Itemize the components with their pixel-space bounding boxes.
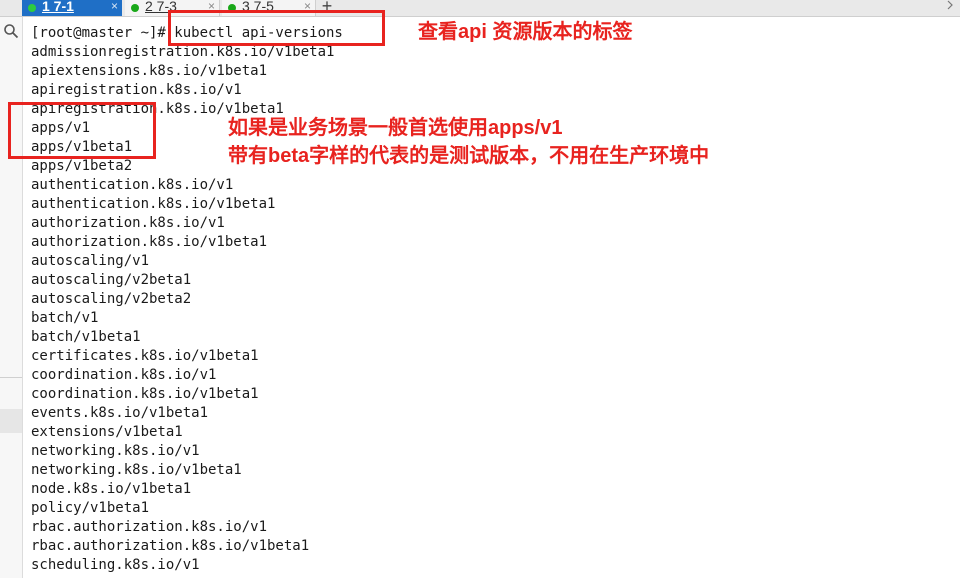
output-line: networking.k8s.io/v1beta1	[31, 462, 242, 478]
annotation-note-3: 带有beta字样的代表的是测试版本，不用在生产环境中	[228, 145, 710, 167]
output-line: node.k8s.io/v1beta1	[31, 481, 192, 497]
status-dot-icon	[131, 4, 139, 12]
tab-1[interactable]: 1 7-1 ×	[22, 0, 122, 16]
chevron-right-icon-svg	[947, 0, 953, 10]
output-line: apiextensions.k8s.io/v1beta1	[31, 63, 268, 79]
gutter-divider	[0, 377, 22, 378]
tab-label: 1 7-1	[42, 0, 74, 14]
output-line: rbac.authorization.k8s.io/v1	[31, 519, 268, 535]
output-line: policy/v1beta1	[31, 500, 150, 516]
output-line: rbac.authorization.k8s.io/v1beta1	[31, 538, 310, 554]
output-line: batch/v1beta1	[31, 329, 141, 345]
annotation-note-2: 如果是业务场景一般首选使用apps/v1	[228, 117, 563, 139]
search-icon[interactable]	[3, 23, 19, 39]
output-line: events.k8s.io/v1beta1	[31, 405, 209, 421]
output-line: authentication.k8s.io/v1	[31, 177, 234, 193]
output-line: coordination.k8s.io/v1	[31, 367, 217, 383]
output-line: extensions/v1beta1	[31, 424, 183, 440]
output-line: authorization.k8s.io/v1	[31, 215, 225, 231]
terminal-output[interactable]: [root@master ~]# kubectl api-versions ad…	[31, 24, 951, 575]
output-line: authorization.k8s.io/v1beta1	[31, 234, 268, 250]
close-icon[interactable]: ×	[111, 0, 118, 12]
output-line: autoscaling/v1	[31, 253, 150, 269]
output-line: coordination.k8s.io/v1beta1	[31, 386, 259, 402]
output-line: authentication.k8s.io/v1beta1	[31, 196, 276, 212]
output-line: apiregistration.k8s.io/v1	[31, 82, 242, 98]
output-line: scheduling.k8s.io/v1	[31, 557, 200, 573]
output-line: autoscaling/v2beta2	[31, 291, 192, 307]
terminal-window: 1 7-1 × 2 7-3 × 3 7-5 × + [root@master ~…	[0, 0, 960, 578]
gutter-scroll-thumb[interactable]	[0, 409, 22, 433]
output-line: batch/v1	[31, 310, 99, 326]
status-dot-icon	[28, 4, 36, 12]
annotation-box-command	[168, 10, 385, 46]
tab-bar: 1 7-1 × 2 7-3 × 3 7-5 × +	[0, 0, 960, 17]
annotation-note-1: 查看api 资源版本的标签	[418, 21, 633, 43]
output-line: networking.k8s.io/v1	[31, 443, 200, 459]
chevron-right-icon[interactable]	[940, 0, 960, 14]
annotation-box-apps	[8, 102, 156, 159]
search-icon-svg	[4, 24, 19, 39]
output-line: certificates.k8s.io/v1beta1	[31, 348, 259, 364]
output-line: autoscaling/v2beta1	[31, 272, 192, 288]
